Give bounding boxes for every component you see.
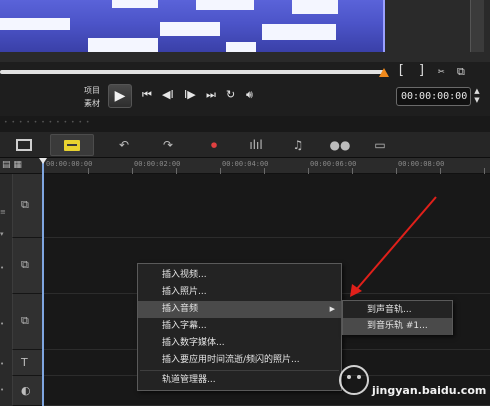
menu-insert-title[interactable]: 插入字幕...	[138, 318, 341, 335]
menu-insert-video[interactable]: 插入视频...	[138, 267, 341, 284]
video-track-icon: ⧉	[21, 198, 29, 211]
track-context-menu: 插入视频... 插入照片... 插入音频 ▶ 插入字幕... 插入数字媒体...…	[137, 263, 342, 391]
video-track-header[interactable]: ⧉	[12, 174, 44, 238]
subtitle-editor-button[interactable]: ▭	[366, 135, 394, 155]
menu-insert-timelapse-photo[interactable]: 插入要应用时间流逝/频闪的照片...	[138, 352, 341, 369]
record-icon: ⏺	[210, 138, 217, 152]
mark-out-button[interactable]: ]	[418, 63, 426, 78]
menu-track-manager[interactable]: 轨道管理器...	[138, 372, 341, 389]
next-frame-icon[interactable]: I▶	[184, 88, 196, 101]
menu-insert-digital-media[interactable]: 插入数字媒体...	[138, 335, 341, 352]
timeline-view-button[interactable]	[50, 134, 94, 156]
timeline-icon	[64, 140, 80, 151]
ruler-label: 00:00:06:00	[310, 160, 357, 168]
submenu-arrow-icon: ▶	[329, 305, 335, 313]
home-icon[interactable]: ⏮	[142, 88, 152, 102]
previous-frame-icon[interactable]: ◀I	[162, 88, 174, 101]
preview-frame-edge	[470, 0, 484, 52]
menu-insert-audio[interactable]: 插入音频 ▶	[138, 301, 341, 318]
insert-audio-submenu: 到声音轨... 到音乐轨 #1...	[342, 300, 453, 335]
track-view-toggle[interactable]: ▤ ▦	[2, 160, 40, 172]
menu-insert-photo[interactable]: 插入照片...	[138, 284, 341, 301]
redo-icon: ↷	[162, 138, 174, 152]
playhead-handle[interactable]	[39, 158, 47, 164]
preview-panel	[0, 0, 490, 62]
storyboard-view-button[interactable]	[10, 135, 38, 155]
undo-icon: ↶	[118, 138, 130, 152]
sound-mixer-button[interactable]: ılıl	[242, 135, 270, 155]
timecode-display[interactable]: 00:00:00:00	[396, 87, 471, 106]
mark-in-button[interactable]: [	[397, 63, 405, 78]
redo-button[interactable]: ↷	[154, 135, 182, 155]
playhead[interactable]	[42, 158, 44, 406]
voice-track-header[interactable]: ◐	[12, 376, 44, 406]
grip-icon: • • • • • • • • • • • •	[4, 119, 91, 126]
track-link-icon[interactable]: •	[0, 386, 4, 394]
overlay-track-icon: ⧉	[21, 258, 29, 271]
volume-icon[interactable]: 🔊︎	[246, 88, 253, 102]
undo-button[interactable]: ↶	[110, 135, 138, 155]
cut-icon[interactable]: ✂	[438, 65, 445, 78]
voice-track-icon: ◐	[21, 384, 31, 397]
track-link-icon[interactable]: •	[0, 264, 4, 272]
music-icon: ♫	[292, 138, 304, 152]
timecode-spinner[interactable]: ▲ ▼	[472, 87, 482, 106]
ruler-label: 00:00:02:00	[134, 160, 181, 168]
repeat-icon[interactable]: ↻	[226, 88, 235, 101]
title-track-header[interactable]: T	[12, 350, 44, 376]
scrub-bar[interactable]	[0, 70, 384, 74]
watermark-text: jingyan.baidu.com	[372, 384, 487, 397]
track-headers: ⧉ ⧉ ⧉ T ◐ ≡ ▾ • • • •	[0, 174, 44, 406]
auto-music-button[interactable]: ♫	[284, 135, 312, 155]
scrub-handle[interactable]	[379, 68, 389, 77]
preview-side	[387, 0, 490, 62]
ruler-label: 00:00:08:00	[398, 160, 445, 168]
panel-splitter[interactable]: • • • • • • • • • • • •	[0, 116, 490, 132]
title-track-icon: T	[21, 356, 28, 369]
menu-separator	[140, 370, 339, 371]
copy-icon[interactable]: ⧉	[457, 65, 465, 79]
motion-icon: ●●	[329, 138, 351, 152]
mode-clip-label[interactable]: 素材	[84, 98, 100, 109]
video-track-row[interactable]	[44, 174, 490, 238]
overlay-track-header[interactable]: ⧉	[12, 294, 44, 350]
video-preview	[0, 0, 385, 52]
subtitle-icon: ▭	[374, 138, 386, 152]
end-icon[interactable]: ⏭	[206, 88, 216, 102]
submenu-to-voice-track[interactable]: 到声音轨...	[343, 302, 452, 319]
overlay-track-icon: ⧉	[21, 314, 29, 327]
timeline-ruler[interactable]: 00:00:00:00 00:00:02:00 00:00:04:00 00:0…	[0, 158, 490, 174]
film-icon	[16, 139, 32, 151]
motion-tracking-button[interactable]: ●●	[326, 135, 354, 155]
ruler-label: 00:00:00:00	[46, 160, 93, 168]
waveform-icon: ılıl	[249, 138, 263, 152]
timeline-toolbar: ↶ ↷ ⏺ ılıl ♫ ●● ▭	[0, 132, 490, 158]
mode-project-label[interactable]: 项目	[84, 85, 100, 96]
play-button[interactable]: ▶	[108, 84, 132, 108]
overlay-track-header[interactable]: ⧉	[12, 238, 44, 294]
track-link-icon[interactable]: •	[0, 360, 4, 368]
track-expand-icon[interactable]: ≡	[0, 208, 6, 216]
menu-insert-audio-label: 插入音频	[162, 304, 199, 314]
record-capture-button[interactable]: ⏺	[200, 135, 228, 155]
track-link-icon[interactable]: •	[0, 320, 4, 328]
submenu-to-music-track-1[interactable]: 到音乐轨 #1...	[343, 318, 452, 335]
play-icon: ▶	[114, 88, 126, 104]
track-collapse-icon[interactable]: ▾	[0, 230, 4, 238]
ruler-label: 00:00:04:00	[222, 160, 269, 168]
